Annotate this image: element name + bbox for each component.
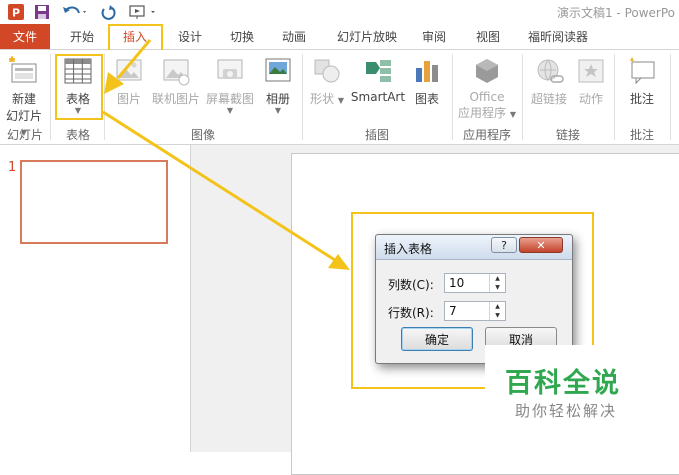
dialog-help-button[interactable]: ? (491, 237, 517, 253)
dialog-titlebar[interactable]: 插入表格 ? ✕ (376, 235, 572, 260)
arrow-to-table (116, 39, 152, 79)
dialog-close-button[interactable]: ✕ (519, 237, 563, 253)
watermark-subtitle: 助你轻松解决 (515, 402, 618, 420)
columns-stepper[interactable]: ▲ ▼ (444, 273, 506, 293)
rows-label: 行数(R): (388, 306, 434, 320)
rows-up-icon[interactable]: ▲ (490, 302, 505, 311)
columns-down-icon[interactable]: ▼ (490, 283, 505, 292)
columns-up-icon[interactable]: ▲ (490, 274, 505, 283)
ok-button[interactable]: 确定 (401, 327, 473, 351)
arrow-to-dialog (102, 110, 339, 264)
rows-input[interactable] (445, 302, 493, 320)
watermark-title: 百科全说 (505, 368, 621, 399)
dialog-title: 插入表格 (384, 242, 433, 256)
columns-input[interactable] (445, 274, 493, 292)
rows-stepper[interactable]: ▲ ▼ (444, 301, 506, 321)
columns-spin-buttons[interactable]: ▲ ▼ (489, 274, 505, 292)
columns-label: 列数(C): (388, 278, 434, 292)
rows-down-icon[interactable]: ▼ (490, 311, 505, 320)
watermark: 百科全说 助你轻松解决 (485, 345, 665, 425)
rows-spin-buttons[interactable]: ▲ ▼ (489, 302, 505, 320)
